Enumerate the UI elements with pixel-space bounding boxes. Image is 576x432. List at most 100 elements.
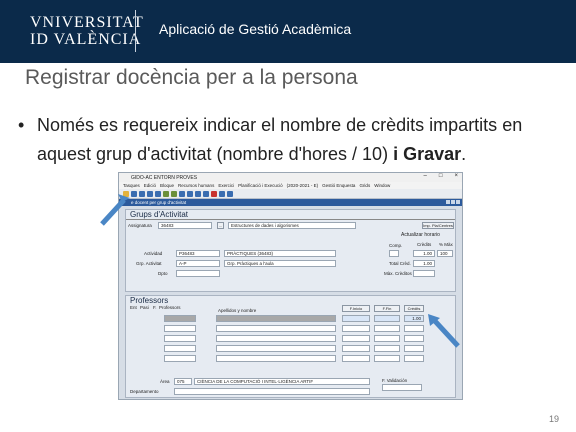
fvalidacion-label: F. Validación: [382, 378, 408, 383]
form-maximize-icon[interactable]: [451, 200, 455, 204]
professor-name-field[interactable]: [216, 325, 336, 332]
execute-query-icon[interactable]: [171, 190, 177, 197]
assignatura-name-field[interactable]: Estructures de dades i algorismes: [228, 222, 356, 229]
bullet-text: Només es requereix indicar el nombre de …: [37, 115, 523, 164]
enter-query-icon[interactable]: [163, 190, 169, 197]
first-record-icon[interactable]: [179, 190, 185, 197]
ffin-button[interactable]: F.Fin: [374, 305, 400, 312]
maximize-icon[interactable]: □: [439, 173, 443, 179]
finicio-field[interactable]: [342, 355, 370, 362]
area-label: Àrea: [160, 379, 170, 384]
dpto-field[interactable]: [176, 270, 220, 277]
finicio-field[interactable]: [342, 315, 370, 322]
next-record-icon[interactable]: [195, 190, 201, 197]
app-screenshot: GIDO-AC ENTORN PROVES – □ × Tasques Edició…: [118, 172, 463, 400]
ffin-field[interactable]: [374, 355, 400, 362]
col-apellidos: Apellidos y nombre: [218, 308, 257, 313]
lov-button[interactable]: …: [217, 222, 224, 229]
finicio-field[interactable]: [342, 325, 370, 332]
creditos-button[interactable]: Crèdits: [404, 305, 424, 312]
fvalidacion-field[interactable]: [382, 384, 422, 391]
menu-item[interactable]: Window: [374, 183, 390, 188]
col-f: F.: [153, 305, 157, 310]
professors-panel: Professors Ent Pasi F. Professors Apelli…: [125, 295, 456, 398]
paste-icon[interactable]: [155, 190, 161, 197]
assignatura-code-field[interactable]: 36483: [158, 222, 212, 229]
slide-title: Registrar docència per a la persona: [25, 66, 358, 89]
professor-id-field[interactable]: [164, 325, 196, 332]
grups-panel: Grups d'Activitat Assignatura 36483 … Es…: [125, 209, 456, 292]
creditos-field[interactable]: [404, 355, 424, 362]
col-pasi: Pasi: [140, 305, 149, 310]
finicio-field[interactable]: [342, 345, 370, 352]
finicio-field[interactable]: [342, 335, 370, 342]
grupo-name-field[interactable]: Grp. Pràctiques a l'aula: [224, 260, 336, 267]
professor-id-field[interactable]: [164, 355, 196, 362]
pct-max-field[interactable]: 100: [437, 250, 453, 257]
comp-checkbox[interactable]: [389, 250, 399, 257]
ffin-field[interactable]: [374, 335, 400, 342]
creditos-label: Crèdits: [417, 242, 432, 247]
menu-item[interactable]: Planificació i Execució: [238, 183, 283, 188]
creditos-field[interactable]: [404, 335, 424, 342]
professor-name-field[interactable]: [216, 335, 336, 342]
menu-item[interactable]: Edició: [144, 183, 156, 188]
delete-record-icon[interactable]: [211, 190, 217, 197]
menu-item[interactable]: Exercici: [218, 183, 234, 188]
col-professors: Professors: [159, 305, 181, 310]
max-creditos-label: Màx. Crèditos: [384, 271, 412, 276]
bullet-dot: •: [18, 115, 25, 135]
header-bar: VNIVERSITAT ID VALÈNCIA Aplicació de Ges…: [0, 0, 576, 63]
menu-item[interactable]: Bloque: [160, 183, 174, 188]
grupo-code-field[interactable]: A-P: [176, 260, 220, 267]
comp-label: Comp.: [389, 243, 403, 248]
menu-item[interactable]: Grids: [359, 183, 370, 188]
close-icon[interactable]: ×: [454, 173, 458, 179]
app-title: Aplicació de Gestió Acadèmica: [159, 21, 352, 37]
menu-bar: Tasques Edició Bloque Recursos humans Ex…: [119, 182, 462, 189]
toolbar: [119, 189, 462, 199]
copy-icon[interactable]: [147, 190, 153, 197]
imp-pla-centres-button[interactable]: Imp. Pla/Centres: [422, 222, 454, 229]
ffin-field[interactable]: [374, 315, 400, 322]
prev-record-icon[interactable]: [187, 190, 193, 197]
ffin-field[interactable]: [374, 325, 400, 332]
menu-item[interactable]: Gestió Enquesta: [322, 183, 355, 188]
form-minimize-icon[interactable]: [446, 200, 450, 204]
col-ent: Ent: [130, 305, 137, 310]
menu-item[interactable]: Recursos humans: [178, 183, 214, 188]
professor-name-field[interactable]: [216, 355, 336, 362]
minimize-icon[interactable]: –: [424, 173, 427, 179]
departamento-label: Departamento: [130, 389, 159, 394]
actividad-code-field[interactable]: P36483: [176, 250, 220, 257]
help-icon[interactable]: [219, 190, 225, 197]
page-number: 19: [549, 414, 560, 424]
window-title: GIDO-AC ENTORN PROVES: [131, 174, 198, 181]
creditos-field[interactable]: [404, 325, 424, 332]
actividad-name-field[interactable]: PRÀCTIQUES (36483): [224, 250, 336, 257]
last-record-icon[interactable]: [203, 190, 209, 197]
creditos-field[interactable]: [404, 345, 424, 352]
total-creditos-label: Total Crèd.: [389, 261, 411, 266]
max-creditos-field[interactable]: [413, 270, 435, 277]
actualizar-horario-label[interactable]: Actualizar horario: [401, 232, 440, 238]
professor-id-field[interactable]: [164, 315, 196, 322]
save-pointer-arrow: [100, 194, 130, 226]
professor-id-field[interactable]: [164, 345, 196, 352]
cut-icon[interactable]: [139, 190, 145, 197]
area-name-field[interactable]: CIÈNCIA DE LA COMPUTACIÓ I INTEL·LIGÈNCI…: [194, 378, 370, 385]
area-code-field[interactable]: 075: [174, 378, 192, 385]
professor-id-field[interactable]: [164, 335, 196, 342]
professor-name-field[interactable]: [216, 315, 336, 322]
creditos-field[interactable]: 1.00: [404, 315, 424, 322]
departamento-field[interactable]: [174, 388, 370, 395]
exit-icon[interactable]: [227, 190, 233, 197]
finicio-button[interactable]: F.Inicio: [342, 305, 370, 312]
professor-name-field[interactable]: [216, 345, 336, 352]
ffin-field[interactable]: [374, 345, 400, 352]
form-close-icon[interactable]: [456, 200, 460, 204]
credits-field[interactable]: 1.00: [413, 250, 435, 257]
menu-item[interactable]: (2020-2021 - E): [287, 183, 319, 188]
pct-max-label: % Màx: [439, 242, 453, 247]
form-title: e docent per grup d'activitat: [131, 200, 187, 205]
